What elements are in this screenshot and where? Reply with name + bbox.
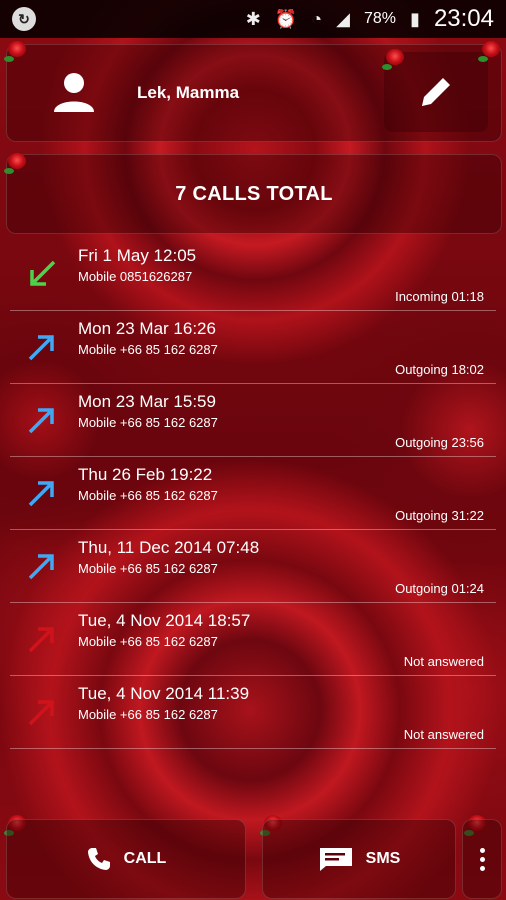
call-log-row[interactable]: Thu, 11 Dec 2014 07:48 Mobile +66 85 162… (10, 530, 496, 603)
call-date: Tue, 4 Nov 2014 18:57 (78, 611, 251, 630)
call-number: Mobile +66 85 162 6287 (78, 634, 218, 649)
signal-icon: ◢ (336, 8, 350, 29)
rose-decoration-icon (478, 38, 504, 64)
overflow-dot-icon (479, 847, 485, 853)
call-log-row[interactable]: Fri 1 May 12:05 Mobile 0851626287 Incomi… (10, 238, 496, 311)
sms-button-label: SMS (365, 850, 401, 867)
call-number: Mobile 0851626287 (78, 269, 193, 284)
calls-total-banner: 7 CALLS TOTAL (6, 154, 502, 234)
rose-decoration-icon (382, 46, 408, 72)
call-date: Mon 23 Mar 16:26 (78, 319, 216, 338)
missed-call-arrow-icon (28, 627, 54, 653)
contact-name: Lek, Mamma (137, 83, 240, 102)
outgoing-call-arrow-icon (28, 408, 54, 434)
clock: 23:04 (433, 5, 494, 32)
call-number: Mobile +66 85 162 6287 (78, 561, 218, 576)
wifi-icon: ◔ (311, 8, 323, 29)
rose-decoration-icon (4, 150, 30, 176)
call-button[interactable]: CALL (6, 819, 246, 899)
call-number: Mobile +66 85 162 6287 (78, 342, 218, 357)
calls-total-label: 7 CALLS TOTAL (175, 182, 333, 205)
bottom-action-bar: CALL SMS (0, 815, 506, 900)
call-status: Outgoing 01:24 (395, 581, 484, 596)
outgoing-call-arrow-icon (28, 481, 54, 507)
call-log-row[interactable]: Thu 26 Feb 19:22 Mobile +66 85 162 6287 … (10, 457, 496, 530)
battery-percent: 78% (364, 10, 397, 27)
call-log-row[interactable]: Mon 23 Mar 15:59 Mobile +66 85 162 6287 … (10, 384, 496, 457)
phone-icon (87, 848, 110, 870)
call-number: Mobile +66 85 162 6287 (78, 707, 218, 722)
app-notification-icon: ↻ (12, 7, 36, 31)
call-log-row[interactable]: Mon 23 Mar 16:26 Mobile +66 85 162 6287 … (10, 311, 496, 384)
alarm-icon: ⏰ (274, 8, 298, 29)
overflow-dot-icon (479, 865, 485, 871)
sms-button[interactable]: SMS (262, 819, 456, 899)
outgoing-call-arrow-icon (28, 335, 54, 361)
call-log-row[interactable]: Tue, 4 Nov 2014 18:57 Mobile +66 85 162 … (10, 603, 496, 676)
call-date: Tue, 4 Nov 2014 11:39 (78, 684, 250, 703)
call-status: Outgoing 31:22 (395, 508, 484, 523)
overflow-dot-icon (479, 856, 485, 862)
status-bar: ↻ ✱ ⏰ ◔ ◢ 78% ▮ 23:04 (0, 0, 506, 38)
call-date: Mon 23 Mar 15:59 (78, 392, 216, 411)
call-log-row[interactable]: Tue, 4 Nov 2014 11:39 Mobile +66 85 162 … (10, 676, 496, 749)
call-number: Mobile +66 85 162 6287 (78, 488, 218, 503)
pencil-icon (422, 78, 450, 106)
bluetooth-icon: ✱ (245, 8, 261, 29)
call-date: Thu 26 Feb 19:22 (78, 465, 213, 484)
battery-icon: ▮ (410, 8, 420, 29)
call-status: Incoming 01:18 (395, 289, 484, 304)
person-icon (54, 73, 94, 112)
call-status: Outgoing 18:02 (395, 362, 484, 377)
message-icon (319, 848, 352, 871)
rose-decoration-icon (4, 38, 30, 64)
more-options-button[interactable] (462, 819, 502, 899)
call-status: Not answered (403, 654, 484, 669)
call-number: Mobile +66 85 162 6287 (78, 415, 218, 430)
call-button-label: CALL (123, 850, 167, 867)
missed-call-arrow-icon (28, 700, 54, 726)
outgoing-call-arrow-icon (28, 554, 54, 580)
call-status: Not answered (403, 727, 484, 742)
call-log-list: Fri 1 May 12:05 Mobile 0851626287 Incomi… (10, 238, 496, 749)
call-status: Outgoing 23:56 (395, 435, 484, 450)
call-date: Thu, 11 Dec 2014 07:48 (78, 538, 260, 557)
incoming-call-arrow-icon (30, 260, 56, 286)
call-date: Fri 1 May 12:05 (78, 246, 197, 265)
